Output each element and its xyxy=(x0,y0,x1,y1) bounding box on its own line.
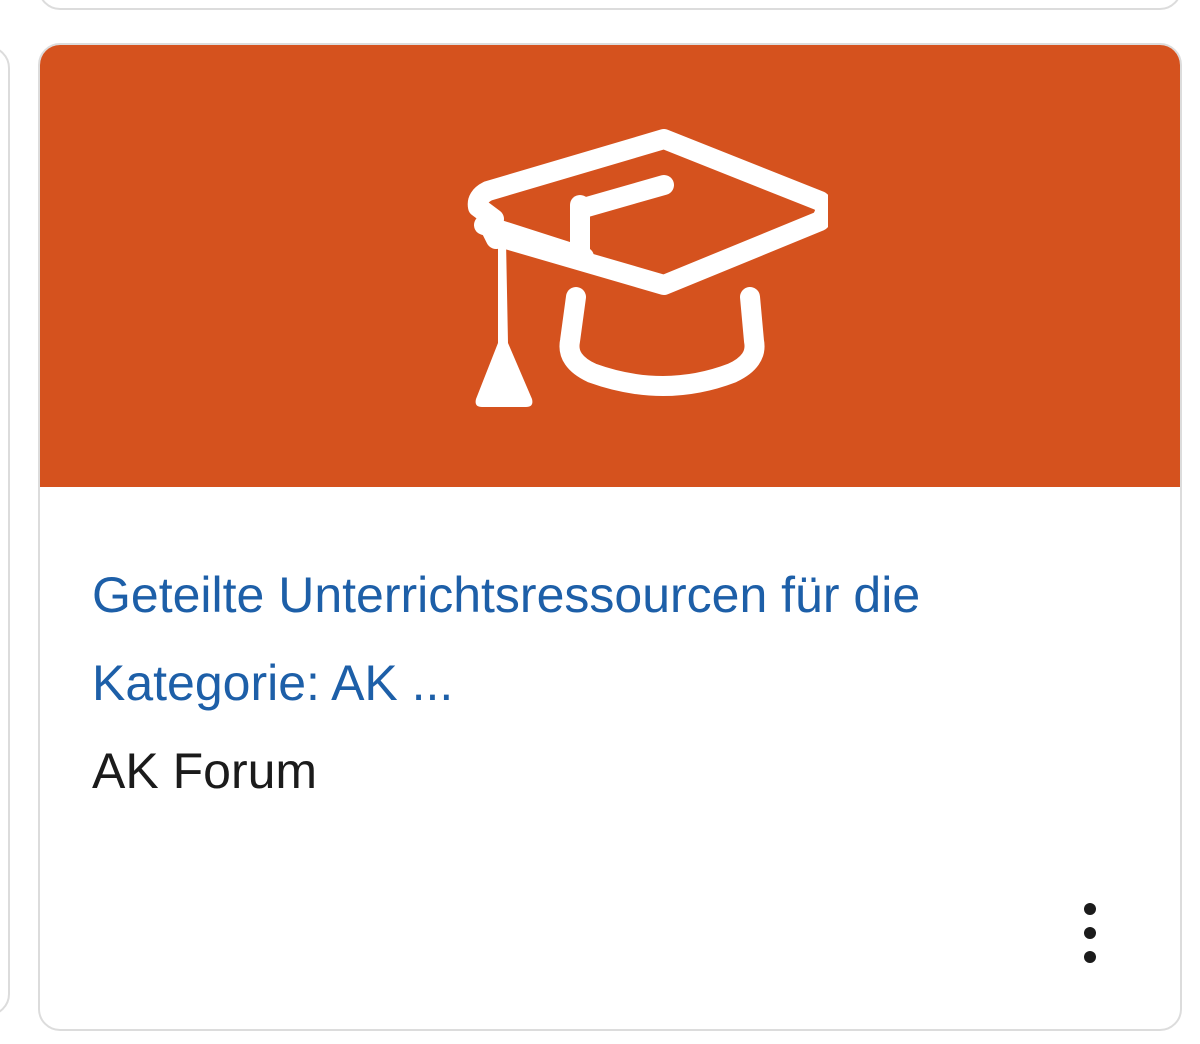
course-card-partial-top xyxy=(38,0,1182,10)
course-actions-menu-button[interactable] xyxy=(1070,903,1110,963)
kebab-menu-icon-dot xyxy=(1084,951,1096,963)
course-card[interactable]: Geteilte Unterrichtsressourcen für die K… xyxy=(38,43,1182,1031)
course-overview-viewport: Geteilte Unterrichtsressourcen für die K… xyxy=(0,0,1200,1044)
course-card-image[interactable] xyxy=(40,45,1180,487)
course-card-partial-left xyxy=(0,46,10,1016)
course-title-link[interactable]: Geteilte Unterrichtsressourcen für die K… xyxy=(92,551,1152,727)
kebab-menu-icon-dot xyxy=(1084,927,1096,939)
graduation-cap-icon xyxy=(467,129,828,407)
kebab-menu-icon xyxy=(1084,903,1096,915)
course-category: AK Forum xyxy=(92,743,318,799)
course-card-body: Geteilte Unterrichtsressourcen für die K… xyxy=(40,487,1180,1029)
